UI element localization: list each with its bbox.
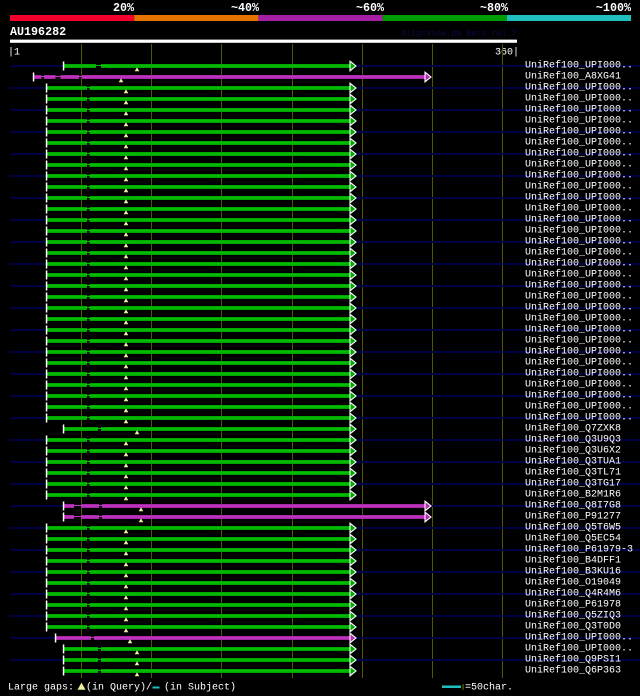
svg-text:UniRef100_Q5T6W5: UniRef100_Q5T6W5 <box>525 522 621 534</box>
svg-text:~40%: ~40% <box>231 1 260 15</box>
svg-text:~100%: ~100% <box>596 1 632 15</box>
svg-text:UniRef100_B3KU16: UniRef100_B3KU16 <box>525 566 621 578</box>
svg-text:20%: 20% <box>113 1 135 15</box>
svg-text:UniRef100_UPI000..: UniRef100_UPI000.. <box>525 159 633 171</box>
svg-text:UniRef100_Q5EC54: UniRef100_Q5EC54 <box>525 533 621 545</box>
svg-text:UniRef100_Q3TG17: UniRef100_Q3TG17 <box>525 478 621 490</box>
svg-text:UniRef100_UPI000..: UniRef100_UPI000.. <box>525 225 633 237</box>
svg-text:UniRef100_UPI000..: UniRef100_UPI000.. <box>525 115 633 127</box>
svg-text:UniRef100_B2M1R6: UniRef100_B2M1R6 <box>525 489 621 501</box>
svg-text:UniRef100_UPI000..: UniRef100_UPI000.. <box>525 390 633 402</box>
svg-text:=50char.: =50char. <box>465 682 513 694</box>
svg-text:UniRef100_B4DFF1: UniRef100_B4DFF1 <box>525 555 621 567</box>
svg-text:UniRef100_O19049: UniRef100_O19049 <box>525 577 621 589</box>
svg-text:UniRef100_UPI000..: UniRef100_UPI000.. <box>525 258 633 270</box>
svg-text:UniRef100_Q9PSI1: UniRef100_Q9PSI1 <box>525 654 621 666</box>
svg-text:360|: 360| <box>495 47 519 59</box>
svg-text:UniRef100_UPI000..: UniRef100_UPI000.. <box>525 247 633 259</box>
svg-text:UniRef100_UPI000..: UniRef100_UPI000.. <box>525 137 633 149</box>
svg-text:UniRef100_UPI000..: UniRef100_UPI000.. <box>525 82 633 94</box>
svg-text:UniRef100_Q8I7G8: UniRef100_Q8I7G8 <box>525 500 621 512</box>
svg-text:UniRef100_Q3TL71: UniRef100_Q3TL71 <box>525 467 621 479</box>
svg-text:UniRef100_UPI000..: UniRef100_UPI000.. <box>525 643 633 655</box>
svg-text:AlignView.pm Beta rel.7: AlignView.pm Beta rel.7 <box>401 29 517 39</box>
svg-text:UniRef100_UPI000..: UniRef100_UPI000.. <box>525 148 633 160</box>
svg-text:UniRef100_UPI000..: UniRef100_UPI000.. <box>525 126 633 138</box>
svg-text:UniRef100_Q4R4M6: UniRef100_Q4R4M6 <box>525 588 621 600</box>
svg-text:UniRef100_Q5ZIQ3: UniRef100_Q5ZIQ3 <box>525 610 621 622</box>
svg-text:UniRef100_UPI000..: UniRef100_UPI000.. <box>525 236 633 248</box>
svg-text:UniRef100_UPI000..: UniRef100_UPI000.. <box>525 214 633 226</box>
svg-text:AU196282: AU196282 <box>10 25 66 39</box>
svg-text:UniRef100_P61979-3: UniRef100_P61979-3 <box>525 544 633 556</box>
svg-text:UniRef100_UPI000..: UniRef100_UPI000.. <box>525 379 633 391</box>
svg-text:UniRef100_UPI000..: UniRef100_UPI000.. <box>525 368 633 380</box>
svg-text:UniRef100_UPI000..: UniRef100_UPI000.. <box>525 313 633 325</box>
svg-text:UniRef100_UPI000..: UniRef100_UPI000.. <box>525 170 633 182</box>
svg-text:UniRef100_UPI000..: UniRef100_UPI000.. <box>525 632 633 644</box>
svg-text:~80%: ~80% <box>480 1 509 15</box>
svg-text:UniRef100_UPI000..: UniRef100_UPI000.. <box>525 357 633 369</box>
svg-text:UniRef100_UPI000..: UniRef100_UPI000.. <box>525 401 633 413</box>
svg-text:UniRef100_UPI000..: UniRef100_UPI000.. <box>525 302 633 314</box>
svg-text:UniRef100_Q7ZXK8: UniRef100_Q7ZXK8 <box>525 423 621 435</box>
svg-text:UniRef100_UPI000..: UniRef100_UPI000.. <box>525 93 633 105</box>
svg-text:(in Query)/: (in Query)/ <box>86 682 152 694</box>
svg-text:UniRef100_UPI000..: UniRef100_UPI000.. <box>525 346 633 358</box>
svg-text:Large gaps:: Large gaps: <box>8 683 74 694</box>
svg-text:UniRef100_Q3U9Q3: UniRef100_Q3U9Q3 <box>525 434 621 446</box>
svg-text:UniRef100_UPI000..: UniRef100_UPI000.. <box>525 181 633 193</box>
svg-text:(in Subject): (in Subject) <box>164 682 236 694</box>
svg-text:UniRef100_Q3TUA1: UniRef100_Q3TUA1 <box>525 456 621 468</box>
svg-text:UniRef100_Q6P363: UniRef100_Q6P363 <box>525 665 621 677</box>
svg-text:UniRef100_UPI000..: UniRef100_UPI000.. <box>525 412 633 424</box>
svg-text:UniRef100_A8XG41: UniRef100_A8XG41 <box>525 71 621 83</box>
svg-text:UniRef100_UPI000..: UniRef100_UPI000.. <box>525 60 633 72</box>
svg-text:UniRef100_UPI000..: UniRef100_UPI000.. <box>525 324 633 336</box>
svg-text:UniRef100_UPI000..: UniRef100_UPI000.. <box>525 192 633 204</box>
svg-text:UniRef100_UPI000..: UniRef100_UPI000.. <box>525 269 633 281</box>
svg-text:UniRef100_UPI000..: UniRef100_UPI000.. <box>525 291 633 303</box>
svg-text:UniRef100_P91277: UniRef100_P91277 <box>525 511 621 523</box>
svg-text:UniRef100_Q3U6X2: UniRef100_Q3U6X2 <box>525 445 621 457</box>
svg-text:UniRef100_P61978: UniRef100_P61978 <box>525 599 621 611</box>
svg-text:UniRef100_Q3T0D0: UniRef100_Q3T0D0 <box>525 621 621 633</box>
svg-text:UniRef100_UPI000..: UniRef100_UPI000.. <box>525 203 633 215</box>
svg-text:UniRef100_UPI000..: UniRef100_UPI000.. <box>525 104 633 116</box>
svg-text:UniRef100_UPI000..: UniRef100_UPI000.. <box>525 280 633 292</box>
svg-text:|1: |1 <box>8 47 20 59</box>
svg-text:UniRef100_UPI000..: UniRef100_UPI000.. <box>525 335 633 347</box>
svg-text:~60%: ~60% <box>356 1 385 15</box>
